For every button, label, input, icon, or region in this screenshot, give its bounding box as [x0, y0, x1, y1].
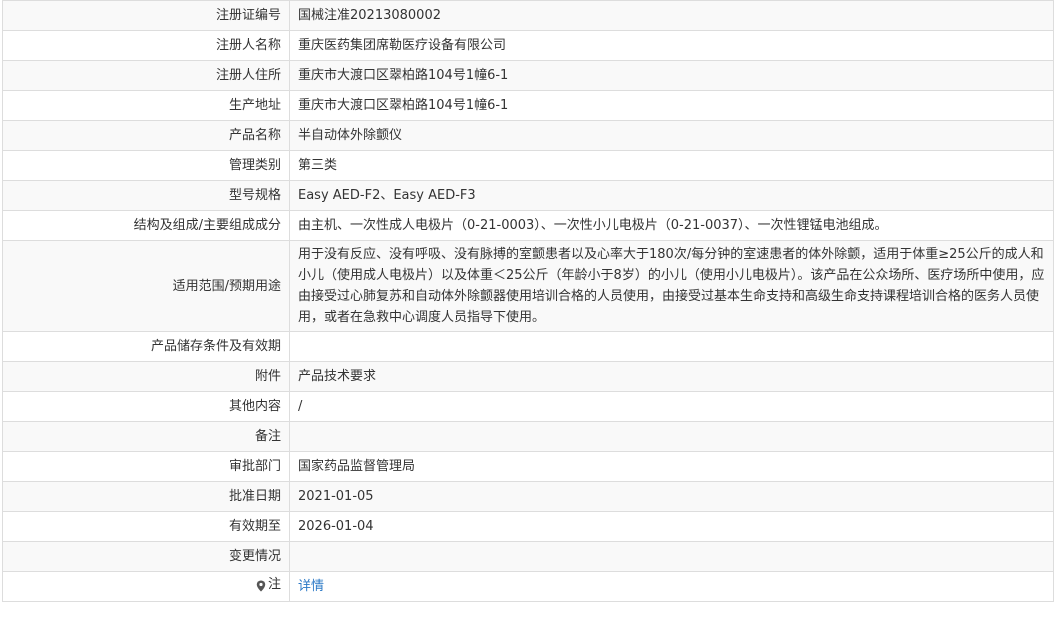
- row-label: 批准日期: [2, 481, 290, 512]
- row-value: 由主机、一次性成人电极片（0-21-0003）、一次性小儿电极片（0-21-00…: [289, 210, 1054, 241]
- note-label-cell: 注: [2, 571, 290, 602]
- row-value: 重庆医药集团席勒医疗设备有限公司: [289, 30, 1054, 61]
- registration-detail-table: 注册证编号 国械注准20213080002 注册人名称 重庆医药集团席勒医疗设备…: [2, 0, 1054, 602]
- table-row: 附件 产品技术要求: [2, 361, 1054, 392]
- table-row: 批准日期 2021-01-05: [2, 481, 1054, 512]
- row-value: [289, 421, 1054, 452]
- row-label: 注册人住所: [2, 60, 290, 91]
- row-value: 半自动体外除颤仪: [289, 120, 1054, 151]
- table-row: 注册人名称 重庆医药集团席勒医疗设备有限公司: [2, 30, 1054, 61]
- row-value: 详情: [289, 571, 1054, 602]
- row-label: 产品名称: [2, 120, 290, 151]
- table-row: 管理类别 第三类: [2, 150, 1054, 181]
- row-label: 其他内容: [2, 391, 290, 422]
- row-label: 结构及组成/主要组成成分: [2, 210, 290, 241]
- table-row: 注册人住所 重庆市大渡口区翠柏路104号1幢6-1: [2, 60, 1054, 91]
- row-value: [289, 331, 1054, 362]
- table-row: 审批部门 国家药品监督管理局: [2, 451, 1054, 482]
- details-link[interactable]: 详情: [298, 579, 324, 594]
- table-row: 结构及组成/主要组成成分 由主机、一次性成人电极片（0-21-0003）、一次性…: [2, 210, 1054, 241]
- row-value: 2021-01-05: [289, 481, 1054, 512]
- table-row: 注 详情: [2, 571, 1054, 602]
- table-row: 适用范围/预期用途 用于没有反应、没有呼吸、没有脉搏的室颤患者以及心率大于180…: [2, 240, 1054, 332]
- row-label: 注册证编号: [2, 0, 290, 31]
- row-label: 附件: [2, 361, 290, 392]
- table-row: 其他内容 /: [2, 391, 1054, 422]
- row-label: 审批部门: [2, 451, 290, 482]
- row-value: 国械注准20213080002: [289, 0, 1054, 31]
- row-label: 生产地址: [2, 90, 290, 121]
- row-value: 用于没有反应、没有呼吸、没有脉搏的室颤患者以及心率大于180次/每分钟的室速患者…: [289, 240, 1054, 332]
- row-value: [289, 541, 1054, 572]
- row-label: 注: [267, 576, 281, 592]
- table-row: 备注: [2, 421, 1054, 452]
- table-row: 产品储存条件及有效期: [2, 331, 1054, 362]
- row-value: 国家药品监督管理局: [289, 451, 1054, 482]
- row-label: 备注: [2, 421, 290, 452]
- row-label: 适用范围/预期用途: [2, 240, 290, 332]
- table-row: 注册证编号 国械注准20213080002: [2, 0, 1054, 31]
- row-value: 重庆市大渡口区翠柏路104号1幢6-1: [289, 60, 1054, 91]
- row-label: 管理类别: [2, 150, 290, 181]
- table-row: 变更情况: [2, 541, 1054, 572]
- table-row: 产品名称 半自动体外除颤仪: [2, 120, 1054, 151]
- row-value: 第三类: [289, 150, 1054, 181]
- row-label: 注册人名称: [2, 30, 290, 61]
- row-label: 型号规格: [2, 180, 290, 211]
- row-value: 2026-01-04: [289, 511, 1054, 542]
- row-value: 产品技术要求: [289, 361, 1054, 392]
- row-value: Easy AED-F2、Easy AED-F3: [289, 180, 1054, 211]
- table-row: 型号规格 Easy AED-F2、Easy AED-F3: [2, 180, 1054, 211]
- location-pin-icon: [256, 578, 266, 592]
- row-label: 有效期至: [2, 511, 290, 542]
- row-value: /: [289, 391, 1054, 422]
- row-value: 重庆市大渡口区翠柏路104号1幢6-1: [289, 90, 1054, 121]
- table-row: 有效期至 2026-01-04: [2, 511, 1054, 542]
- table-row: 生产地址 重庆市大渡口区翠柏路104号1幢6-1: [2, 90, 1054, 121]
- row-label: 产品储存条件及有效期: [2, 331, 290, 362]
- row-label: 变更情况: [2, 541, 290, 572]
